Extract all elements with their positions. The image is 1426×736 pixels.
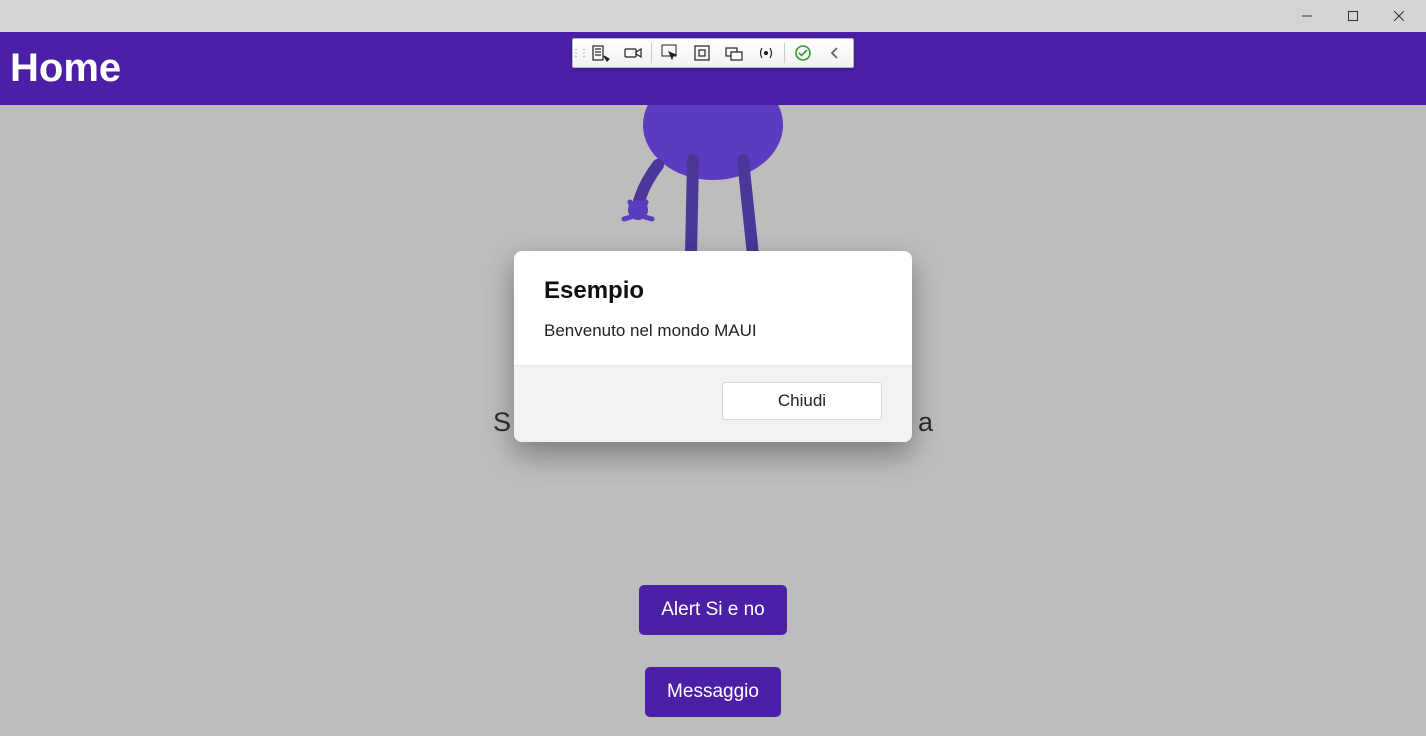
- dialog-close-button[interactable]: Chiudi: [722, 382, 882, 420]
- display-layout-adorners-icon[interactable]: [686, 40, 718, 66]
- hot-reload-ok-icon[interactable]: [787, 40, 819, 66]
- xaml-binding-icon[interactable]: [750, 40, 782, 66]
- debug-toolbar[interactable]: [572, 38, 854, 68]
- alert-dialog: Esempio Benvenuto nel mondo MAUI Chiudi: [514, 251, 912, 442]
- app-window: Home Applicazione MAUI S a: [0, 0, 1426, 736]
- collapse-icon[interactable]: [819, 40, 851, 66]
- dialog-body: Esempio Benvenuto nel mondo MAUI: [514, 251, 912, 365]
- select-element-icon[interactable]: [654, 40, 686, 66]
- toolbar-separator: [651, 43, 652, 63]
- live-visual-tree-icon[interactable]: [585, 40, 617, 66]
- record-icon[interactable]: [617, 40, 649, 66]
- dialog-message: Benvenuto nel mondo MAUI: [544, 321, 882, 341]
- dialog-title: Esempio: [544, 277, 882, 305]
- toolbar-separator: [784, 43, 785, 63]
- dialog-footer: Chiudi: [514, 365, 912, 442]
- toolbar-drag-handle[interactable]: [575, 41, 583, 65]
- track-focused-icon[interactable]: [718, 40, 750, 66]
